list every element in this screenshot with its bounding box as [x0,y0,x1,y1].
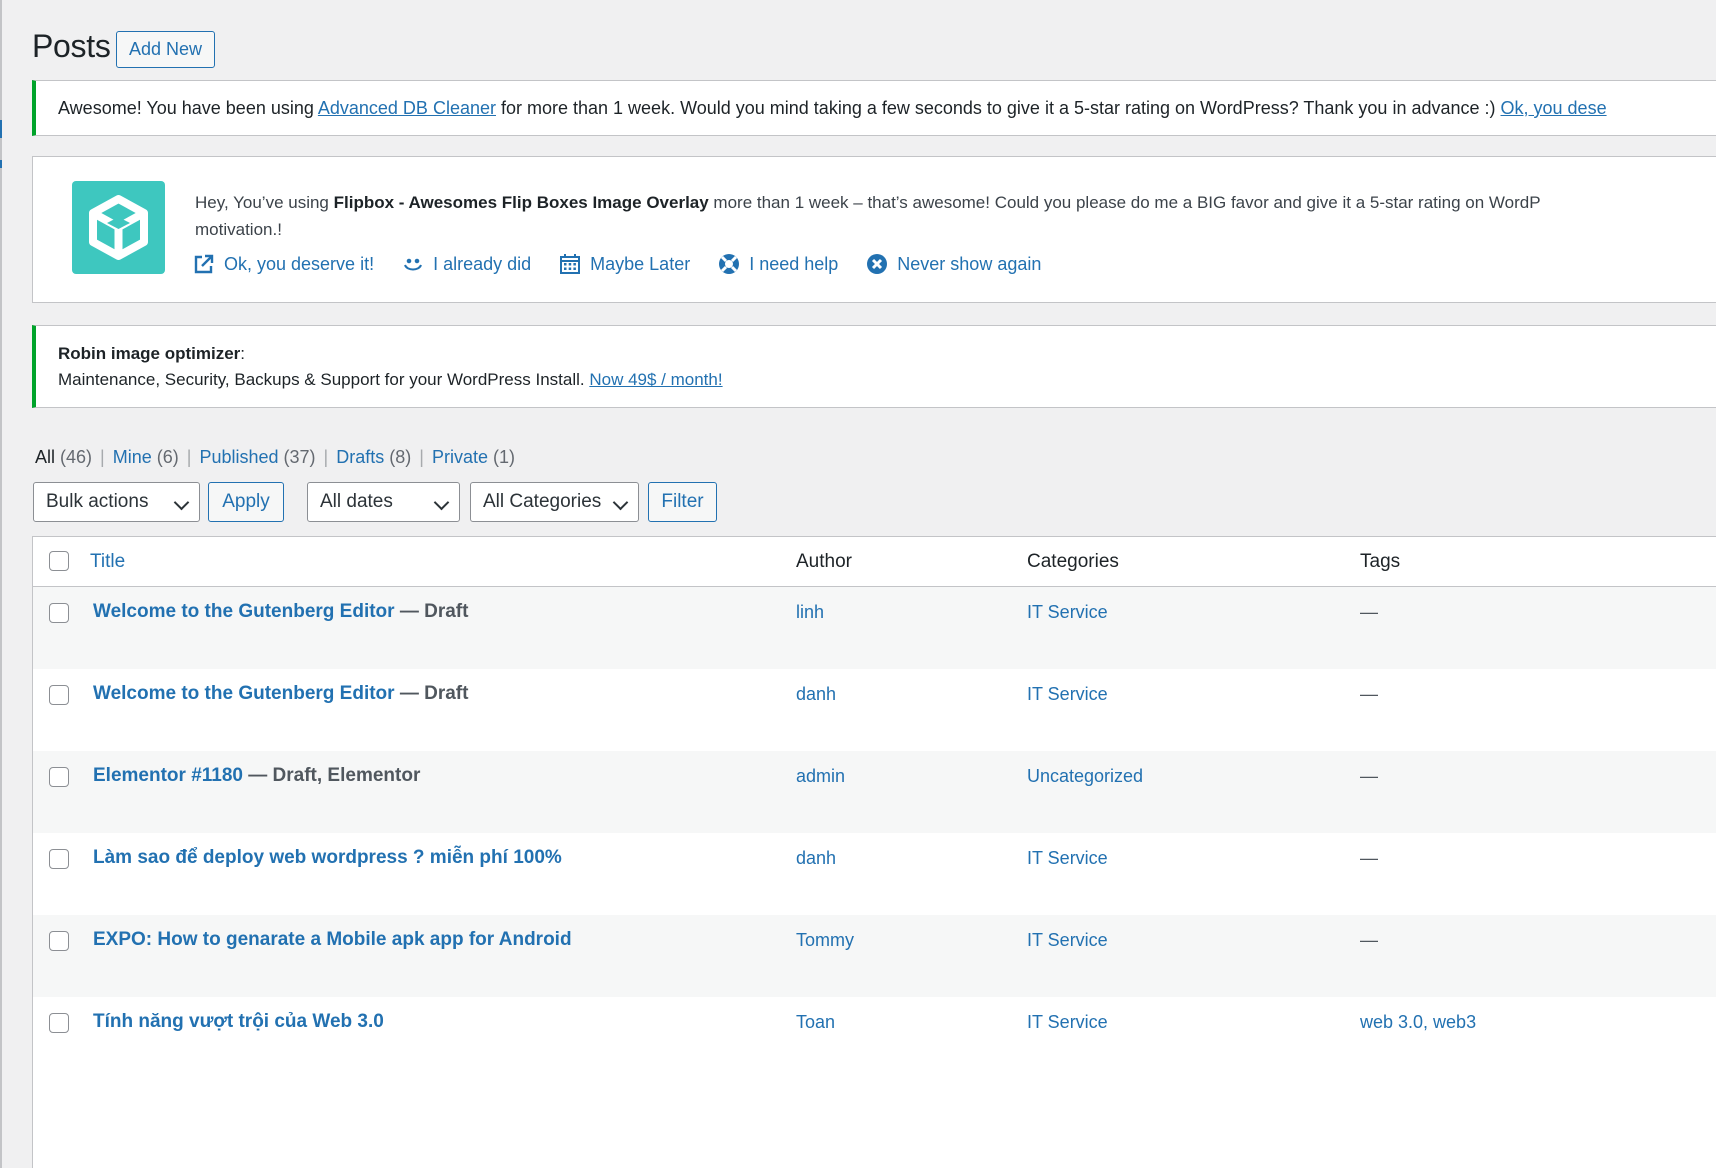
view-published-link[interactable]: Published (37) [199,447,315,467]
row-checkbox[interactable] [49,603,69,623]
column-title-sort[interactable]: Title [90,551,125,573]
post-tags-link[interactable]: web 3.0, web3 [1360,1012,1476,1033]
post-category-link[interactable]: IT Service [1027,848,1108,869]
filter-button[interactable]: Filter [648,482,717,522]
lifebuoy-icon [718,253,740,275]
post-category-link[interactable]: IT Service [1027,930,1108,951]
notice-flipbox: Hey, You’ve using Flipbox - Awesomes Fli… [32,156,1716,303]
robin-notice-title: Robin image optimizer: [58,344,246,363]
flipbox-actions: Ok, you deserve it! I already did Maybe … [193,253,1041,275]
external-link-icon [193,253,215,275]
ok-deserve-it-link[interactable]: Ok, you deserve it! [193,253,374,275]
admin-menu-edge [0,0,2,1168]
table-row: Elementor #1180 — Draft, Elementor admin… [33,751,1716,833]
table-row: Welcome to the Gutenberg Editor — Draft … [33,669,1716,751]
bulk-actions-select[interactable]: Bulk actions [33,482,200,522]
chevron-down-icon [612,494,629,511]
post-title: Welcome to the Gutenberg Editor — Draft [93,601,469,622]
post-tags: — [1360,684,1378,704]
row-checkbox[interactable] [49,1013,69,1033]
post-category-link[interactable]: IT Service [1027,1012,1108,1033]
apply-button[interactable]: Apply [208,482,284,522]
post-author-link[interactable]: danh [796,848,836,869]
page-title: Posts [32,28,111,64]
post-title-link[interactable]: EXPO: How to genarate a Mobile apk app f… [93,929,572,950]
need-help-link[interactable]: I need help [718,253,838,275]
table-row: Tính năng vượt trội của Web 3.0 Toan IT … [33,997,1716,1079]
row-checkbox[interactable] [49,931,69,951]
advanced-db-cleaner-link[interactable]: Advanced DB Cleaner [318,98,496,118]
post-status-filters: All (46) | Mine (6) | Published (37) | Drafts … [35,447,515,467]
view-all-link[interactable]: All (46) [35,447,92,467]
add-new-button[interactable]: Add New [116,31,215,68]
maybe-later-link[interactable]: Maybe Later [559,253,690,275]
post-category-link[interactable]: Uncategorized [1027,766,1143,787]
post-title-link[interactable]: Welcome to the Gutenberg Editor [93,683,395,704]
notice-robin-optimizer: Robin image optimizer: Maintenance, Secu… [32,325,1716,408]
notice-db-cleaner-text: Awesome! You have been using Advanced DB… [58,98,1607,118]
post-tags: — [1360,930,1378,950]
chevron-down-icon [173,494,190,511]
post-title: Welcome to the Gutenberg Editor — Draft [93,683,469,704]
table-header: Title Author Categories Tags [33,537,1716,587]
row-checkbox[interactable] [49,849,69,869]
post-author-link[interactable]: danh [796,684,836,705]
admin-menu-edge-marker [0,120,2,138]
table-row: Làm sao để deploy web wordpress ? miễn p… [33,833,1716,915]
post-author-link[interactable]: Toan [796,1012,835,1033]
post-category-link[interactable]: IT Service [1027,602,1108,623]
post-title-link[interactable]: Welcome to the Gutenberg Editor [93,601,395,622]
post-tags: — [1360,602,1378,622]
calendar-icon [559,253,581,275]
post-title-link[interactable]: Elementor #1180 [93,765,243,786]
categories-select[interactable]: All Categories [470,482,639,522]
post-title-link[interactable]: Làm sao để deploy web wordpress ? miễn p… [93,847,562,868]
view-mine-link[interactable]: Mine (6) [113,447,179,467]
table-row: EXPO: How to genarate a Mobile apk app f… [33,915,1716,997]
flipbox-notice-text: Hey, You’ve using Flipbox - Awesomes Fli… [195,193,1541,239]
already-did-link[interactable]: I already did [402,253,531,275]
table-row: Welcome to the Gutenberg Editor — Draft … [33,587,1716,669]
column-categories: Categories [1027,551,1119,572]
view-private-link[interactable]: Private (1) [432,447,515,467]
notice-db-cleaner: Awesome! You have been using Advanced DB… [32,80,1716,136]
post-title: EXPO: How to genarate a Mobile apk app f… [93,929,572,951]
post-author-link[interactable]: admin [796,766,845,787]
post-title: Làm sao để deploy web wordpress ? miễn p… [93,847,562,869]
robin-pricing-link[interactable]: Now 49$ / month! [589,370,722,389]
row-checkbox[interactable] [49,685,69,705]
robin-notice-text: Maintenance, Security, Backups & Support… [58,370,723,389]
chevron-down-icon [433,494,450,511]
select-all-checkbox[interactable] [49,551,69,571]
post-author-link[interactable]: linh [796,602,824,623]
flipbox-logo-icon [72,181,165,274]
post-tags: — [1360,766,1378,786]
rate-plugin-link[interactable]: Ok, you dese [1501,98,1607,118]
post-category-link[interactable]: IT Service [1027,684,1108,705]
dates-select[interactable]: All dates [307,482,460,522]
admin-menu-edge-marker [0,160,2,168]
row-checkbox[interactable] [49,767,69,787]
post-title: Elementor #1180 — Draft, Elementor [93,765,421,786]
post-author-link[interactable]: Tommy [796,930,854,951]
view-drafts-link[interactable]: Drafts (8) [336,447,411,467]
post-tags: — [1360,848,1378,868]
column-author: Author [796,551,852,572]
column-tags: Tags [1360,551,1401,572]
post-title: Tính năng vượt trội của Web 3.0 [93,1011,384,1033]
close-circle-icon [866,253,888,275]
smiley-icon [402,253,424,275]
posts-table: Title Author Categories Tags Welcome to … [32,536,1716,1168]
never-show-again-link[interactable]: Never show again [866,253,1041,275]
post-title-link[interactable]: Tính năng vượt trội của Web 3.0 [93,1011,384,1032]
